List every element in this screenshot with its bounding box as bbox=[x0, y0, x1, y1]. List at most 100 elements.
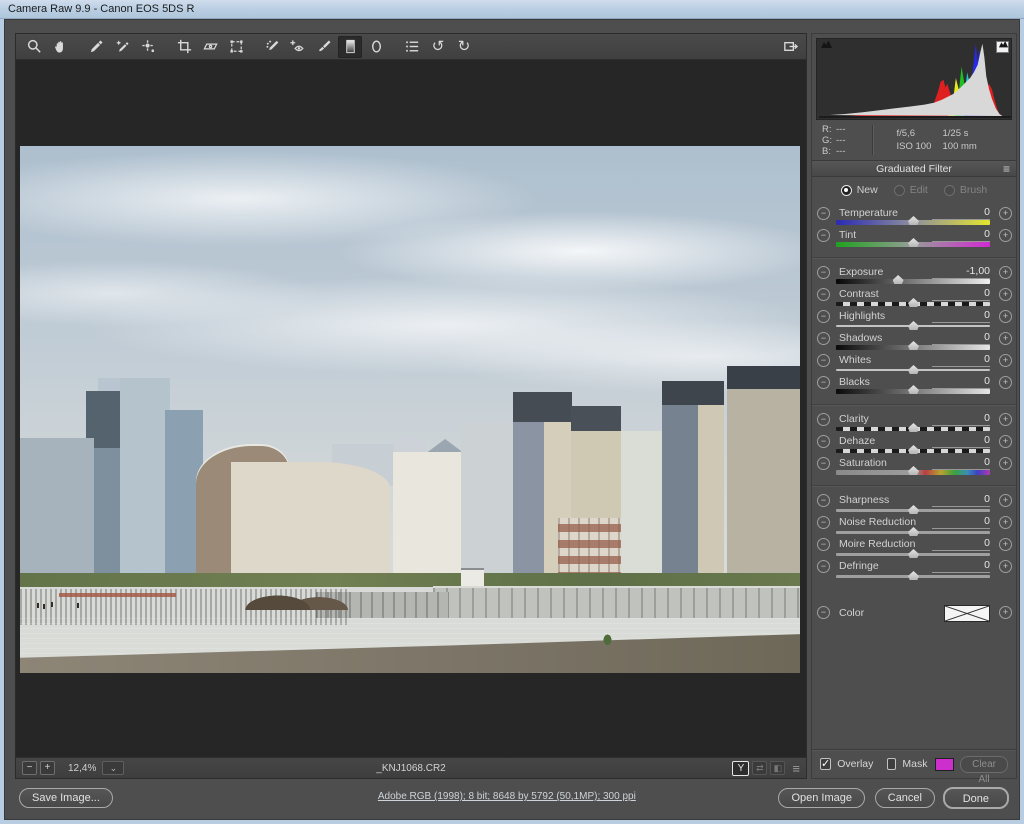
slider-track[interactable] bbox=[836, 275, 990, 284]
slider-track[interactable] bbox=[836, 549, 990, 558]
done-button[interactable]: Done bbox=[942, 787, 1009, 809]
mask-checkbox[interactable] bbox=[887, 758, 897, 770]
photo[interactable] bbox=[20, 146, 800, 673]
slider-thumb[interactable] bbox=[892, 275, 904, 284]
slider-value-field[interactable]: 0 bbox=[932, 412, 990, 426]
slider-thumb[interactable] bbox=[908, 423, 919, 432]
slider-thumb[interactable] bbox=[908, 321, 919, 330]
slider-decrement-button[interactable]: − bbox=[817, 310, 830, 323]
spot-removal-tool-icon[interactable] bbox=[260, 36, 284, 58]
slider-increment-button[interactable]: + bbox=[999, 376, 1012, 389]
slider-increment-button[interactable]: + bbox=[999, 413, 1012, 426]
graduated-filter-tool-icon[interactable] bbox=[338, 35, 362, 58]
slider-thumb[interactable] bbox=[908, 466, 919, 475]
slider-increment-button[interactable]: + bbox=[999, 538, 1012, 551]
zoom-out-button[interactable]: − bbox=[22, 761, 37, 775]
slider-value-field[interactable]: 0 bbox=[932, 456, 990, 470]
mask-color-swatch[interactable] bbox=[935, 757, 955, 771]
view-options-icon[interactable]: ≡ bbox=[792, 761, 800, 776]
slider-value-field[interactable]: 0 bbox=[932, 375, 990, 389]
slider-value-field[interactable]: 0 bbox=[932, 434, 990, 448]
slider-decrement-button[interactable]: − bbox=[817, 376, 830, 389]
slider-track[interactable] bbox=[836, 321, 990, 330]
slider-value-field[interactable]: -1,00 bbox=[932, 265, 990, 279]
red-eye-removal-tool-icon[interactable] bbox=[286, 36, 310, 58]
adjustment-brush-tool-icon[interactable] bbox=[312, 36, 336, 58]
slider-decrement-button[interactable]: − bbox=[817, 266, 830, 279]
swap-before-after-button[interactable]: ⇄ bbox=[752, 761, 768, 775]
slider-decrement-button[interactable]: − bbox=[817, 288, 830, 301]
rotate-ccw-icon[interactable]: ↺ bbox=[426, 36, 450, 58]
slider-decrement-button[interactable]: − bbox=[817, 229, 830, 242]
slider-decrement-button[interactable]: − bbox=[817, 413, 830, 426]
slider-increment-button[interactable]: + bbox=[999, 494, 1012, 507]
slider-increment-button[interactable]: + bbox=[999, 435, 1012, 448]
slider-increment-button[interactable]: + bbox=[999, 310, 1012, 323]
highlight-clipping-toggle[interactable] bbox=[996, 41, 1009, 53]
before-after-toggle-button[interactable]: Y bbox=[732, 760, 750, 776]
slider-value-field[interactable]: 0 bbox=[932, 309, 990, 323]
crop-tool-icon[interactable] bbox=[172, 36, 196, 58]
white-balance-tool-icon[interactable] bbox=[84, 36, 108, 58]
slider-decrement-button[interactable]: − bbox=[817, 494, 830, 507]
slider-track[interactable] bbox=[836, 527, 990, 536]
slider-track[interactable] bbox=[836, 238, 990, 247]
save-image-button[interactable]: Save Image... bbox=[19, 788, 113, 808]
panel-menu-icon[interactable]: ≡ bbox=[1003, 161, 1010, 177]
slider-increment-button[interactable]: + bbox=[999, 516, 1012, 529]
zoom-tool-icon[interactable] bbox=[22, 36, 46, 58]
slider-track[interactable] bbox=[836, 365, 990, 374]
slider-decrement-button[interactable]: − bbox=[817, 332, 830, 345]
slider-thumb[interactable] bbox=[908, 527, 919, 536]
slider-value-field[interactable]: 0 bbox=[932, 493, 990, 507]
workflow-options-link[interactable]: Adobe RGB (1998); 8 bit; 8648 by 5792 (5… bbox=[378, 791, 636, 802]
slider-increment-button[interactable]: + bbox=[999, 229, 1012, 242]
slider-track[interactable] bbox=[836, 216, 990, 225]
slider-thumb[interactable] bbox=[908, 549, 919, 558]
slider-increment-button[interactable]: + bbox=[999, 332, 1012, 345]
slider-increment-button[interactable]: + bbox=[999, 457, 1012, 470]
slider-thumb[interactable] bbox=[908, 216, 919, 225]
color-decrement-button[interactable]: − bbox=[817, 606, 830, 619]
slider-decrement-button[interactable]: − bbox=[817, 516, 830, 529]
slider-decrement-button[interactable]: − bbox=[817, 538, 830, 551]
color-swatch-none[interactable] bbox=[944, 605, 990, 622]
image-preview-area[interactable] bbox=[16, 60, 806, 759]
slider-track[interactable] bbox=[836, 423, 990, 432]
slider-value-field[interactable]: 0 bbox=[932, 559, 990, 573]
straighten-tool-icon[interactable] bbox=[198, 36, 222, 58]
slider-value-field[interactable]: 0 bbox=[932, 287, 990, 301]
slider-value-field[interactable]: 0 bbox=[932, 228, 990, 242]
color-sampler-tool-icon[interactable] bbox=[110, 36, 134, 58]
slider-track[interactable] bbox=[836, 571, 990, 580]
mode-edit[interactable]: Edit bbox=[893, 184, 928, 196]
slider-value-field[interactable]: 0 bbox=[932, 515, 990, 529]
slider-value-field[interactable]: 0 bbox=[932, 331, 990, 345]
slider-thumb[interactable] bbox=[908, 365, 919, 374]
open-image-button[interactable]: Open Image bbox=[778, 788, 865, 808]
slider-track[interactable] bbox=[836, 341, 990, 350]
hand-tool-icon[interactable] bbox=[48, 36, 72, 58]
slider-track[interactable] bbox=[836, 505, 990, 514]
slider-decrement-button[interactable]: − bbox=[817, 457, 830, 470]
slider-track[interactable] bbox=[836, 385, 990, 394]
mode-brush[interactable]: Brush bbox=[943, 184, 987, 196]
shadow-clipping-toggle[interactable] bbox=[819, 40, 832, 53]
slider-increment-button[interactable]: + bbox=[999, 354, 1012, 367]
slider-increment-button[interactable]: + bbox=[999, 207, 1012, 220]
cancel-button[interactable]: Cancel bbox=[874, 788, 935, 808]
mode-new[interactable]: New bbox=[840, 184, 878, 196]
slider-thumb[interactable] bbox=[908, 298, 919, 307]
radial-filter-tool-icon[interactable] bbox=[364, 36, 388, 58]
slider-value-field[interactable]: 0 bbox=[932, 537, 990, 551]
zoom-level-dropdown[interactable]: ⌄ bbox=[102, 761, 125, 775]
slider-increment-button[interactable]: + bbox=[999, 266, 1012, 279]
slider-track[interactable] bbox=[836, 466, 990, 475]
window-titlebar[interactable]: Camera Raw 9.9 - Canon EOS 5DS R bbox=[0, 0, 1024, 19]
slider-decrement-button[interactable]: − bbox=[817, 354, 830, 367]
slider-decrement-button[interactable]: − bbox=[817, 560, 830, 573]
slider-thumb[interactable] bbox=[908, 445, 919, 454]
slider-thumb[interactable] bbox=[908, 385, 919, 394]
transform-tool-icon[interactable] bbox=[224, 36, 248, 58]
rotate-cw-icon[interactable]: ↻ bbox=[452, 36, 476, 58]
